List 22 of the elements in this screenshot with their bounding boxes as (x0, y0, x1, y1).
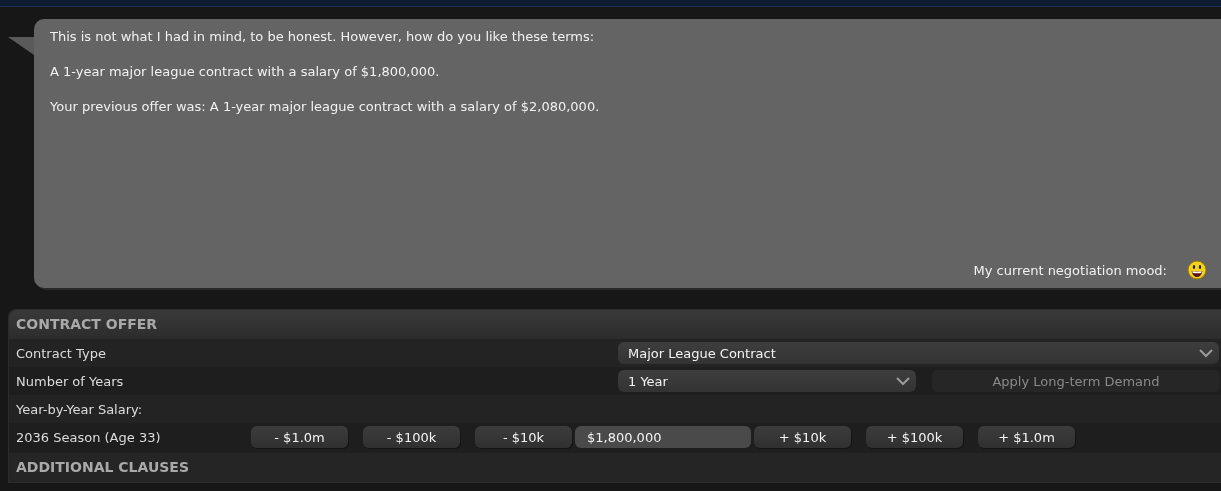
mood-label: My current negotiation mood: (973, 262, 1167, 278)
years-dropdown[interactable]: 1 Year (618, 370, 916, 392)
message-text: A 1-year major league contract with a salary of $1,800,000. (50, 64, 441, 80)
contract-type-dropdown[interactable]: Major League Contract (618, 342, 1219, 364)
increase-button[interactable]: + $10k (754, 426, 851, 448)
field-label: Contract Type (16, 345, 107, 361)
salary-field[interactable]: $1,800,000 (575, 426, 751, 448)
caret-icon (896, 376, 910, 386)
increase-button[interactable]: + $1.0m (978, 426, 1075, 448)
message-text: This is not what I had in mind, to be honest. However, how do you like these terms: (50, 29, 596, 45)
caret-icon (1199, 348, 1213, 358)
smiley-face-icon (1187, 260, 1207, 280)
decrease-button[interactable]: - $1.0m (251, 426, 348, 448)
field-label: Year-by-Year Salary: (16, 401, 144, 417)
message-text: Your previous offer was: A 1-year major league contract with a salary of $2,080,000. (50, 99, 601, 115)
increase-button[interactable]: + $100k (866, 426, 963, 448)
section-title: ADDITIONAL CLAUSES (9, 453, 1221, 482)
decrease-button[interactable]: - $100k (363, 426, 460, 448)
decrease-button[interactable]: - $10k (475, 426, 572, 448)
field-label: Number of Years (16, 373, 125, 389)
section-title: CONTRACT OFFER (9, 310, 1221, 339)
season-label: 2036 Season (Age 33) (16, 429, 162, 445)
